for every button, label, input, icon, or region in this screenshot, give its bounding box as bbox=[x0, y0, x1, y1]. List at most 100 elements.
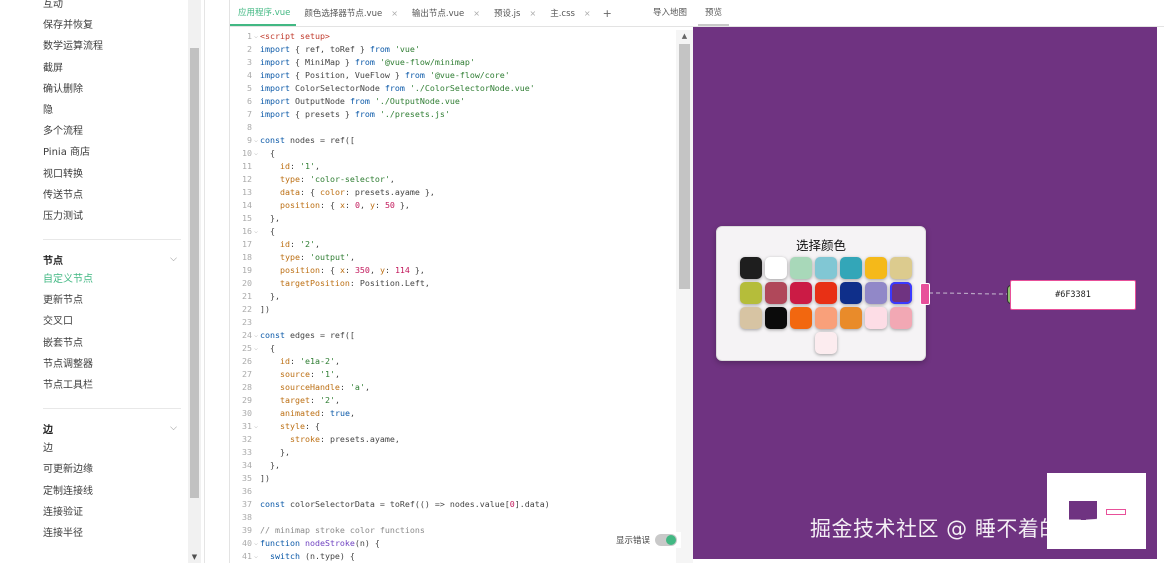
sidebar-item[interactable]: 视口转换 bbox=[0, 164, 185, 185]
source-handle[interactable] bbox=[920, 283, 930, 305]
scroll-down-arrow-icon[interactable]: ▼ bbox=[188, 553, 201, 561]
editor-tab[interactable]: 颜色选择器节点.vue × bbox=[296, 0, 404, 26]
scroll-up-arrow-icon[interactable]: ▲ bbox=[676, 32, 693, 40]
sidebar-group-header[interactable]: 边 ⌵ bbox=[43, 418, 181, 438]
sidebar-scrollbar[interactable]: ▼ bbox=[188, 0, 201, 563]
close-tab-icon[interactable]: × bbox=[584, 9, 591, 18]
sidebar-item[interactable]: 连接半径 bbox=[0, 523, 181, 544]
sidebar-item[interactable]: 多个流程 bbox=[0, 121, 185, 142]
editor-scrollbar[interactable]: ▲ bbox=[676, 30, 693, 563]
color-swatch-button[interactable] bbox=[765, 307, 787, 329]
color-swatch-button[interactable] bbox=[840, 257, 862, 279]
fold-gutter bbox=[252, 212, 260, 225]
color-swatch-button[interactable] bbox=[890, 307, 912, 329]
sidebar-item[interactable]: 可更新边缘 bbox=[0, 459, 181, 480]
code-token: { Position, VueFlow } bbox=[289, 70, 405, 80]
color-swatch-button[interactable] bbox=[740, 307, 762, 329]
sidebar-scroll-thumb[interactable] bbox=[190, 48, 199, 498]
flow-canvas[interactable]: 选择颜色 #6F3381 bbox=[693, 27, 1157, 559]
color-swatch-button[interactable] bbox=[815, 307, 837, 329]
color-swatch-button[interactable] bbox=[865, 282, 887, 304]
code-line: 1 ⌵ <script setup> bbox=[230, 30, 676, 43]
fold-chevron-icon[interactable]: ⌵ bbox=[252, 537, 260, 550]
chevron-down-icon[interactable]: ⌵ bbox=[170, 423, 177, 433]
color-swatch-button[interactable] bbox=[865, 257, 887, 279]
color-swatch-button[interactable] bbox=[790, 307, 812, 329]
editor-tab-label: 输出节点.vue bbox=[411, 9, 465, 19]
sidebar-item[interactable]: 节点工具栏 bbox=[0, 375, 181, 396]
color-swatch-button[interactable] bbox=[815, 257, 837, 279]
color-selector-node[interactable]: 选择颜色 bbox=[716, 226, 926, 361]
code-token: }, bbox=[394, 200, 410, 210]
sidebar-item[interactable]: 交叉口 bbox=[0, 311, 181, 332]
sidebar-item[interactable]: 边 bbox=[0, 438, 181, 459]
color-swatch-button[interactable] bbox=[840, 282, 862, 304]
fold-chevron-icon[interactable]: ⌵ bbox=[252, 134, 260, 147]
color-swatch-button[interactable] bbox=[765, 282, 787, 304]
code-token: : { bbox=[304, 421, 320, 431]
editor-tab[interactable]: 应用程序.vue bbox=[230, 0, 297, 26]
close-tab-icon[interactable]: × bbox=[391, 9, 398, 18]
color-swatch-button[interactable] bbox=[765, 257, 787, 279]
add-file-button[interactable]: + bbox=[597, 0, 618, 26]
sidebar-item[interactable]: 传送节点 bbox=[0, 185, 185, 206]
sidebar-nav: 互动 保存并恢复 数学运算流程 截屏 确认删除隐多个流程 Pinia 商店 视口转换 传送节点… bbox=[0, 0, 185, 544]
sidebar-item[interactable]: Pinia 商店 bbox=[0, 142, 185, 163]
color-swatch-button[interactable] bbox=[890, 257, 912, 279]
fold-chevron-icon[interactable]: ⌵ bbox=[252, 30, 260, 43]
sidebar-group-header[interactable]: 节点 ⌵ bbox=[43, 249, 181, 269]
show-errors-toggle[interactable]: 显示错误 bbox=[612, 532, 682, 548]
line-number: 26 bbox=[242, 356, 252, 366]
editor-tab[interactable]: 输出节点.vue × bbox=[404, 0, 486, 26]
fold-chevron-icon[interactable]: ⌵ bbox=[252, 225, 260, 238]
sidebar-item[interactable]: 自定义节点 bbox=[0, 269, 181, 290]
sidebar-item[interactable]: 保存并恢复 bbox=[0, 15, 185, 36]
sidebar-item[interactable]: 互动 bbox=[0, 0, 185, 15]
fold-chevron-icon[interactable]: ⌵ bbox=[252, 147, 260, 160]
color-swatch-button[interactable] bbox=[790, 257, 812, 279]
sidebar-item[interactable]: 隐 bbox=[0, 100, 185, 121]
color-swatch-button[interactable] bbox=[790, 282, 812, 304]
editor-scroll-thumb[interactable] bbox=[679, 44, 690, 289]
animated-edge[interactable] bbox=[928, 292, 1009, 295]
close-tab-icon[interactable]: × bbox=[529, 9, 536, 18]
color-swatch-button[interactable] bbox=[815, 332, 837, 354]
editor-tab[interactable]: 预设.js × bbox=[486, 0, 542, 26]
fold-chevron-icon[interactable]: ⌵ bbox=[252, 329, 260, 342]
code-text: animated: true, bbox=[260, 407, 355, 420]
code-token: '2' bbox=[299, 239, 315, 249]
sidebar-item[interactable]: 更新节点 bbox=[0, 290, 181, 311]
color-swatch-button[interactable] bbox=[740, 282, 762, 304]
sidebar-item[interactable]: 数学运算流程 bbox=[0, 36, 185, 57]
show-errors-switch[interactable] bbox=[655, 534, 678, 546]
code-area[interactable]: 1 ⌵ <script setup> 2 import { ref, toRef } f… bbox=[230, 30, 676, 563]
sidebar-item[interactable]: 确认删除 bbox=[0, 79, 185, 100]
fold-chevron-icon[interactable]: ⌵ bbox=[252, 550, 260, 563]
sidebar-item[interactable]: 嵌套节点 bbox=[0, 333, 181, 354]
editor-tab[interactable]: 主.css × bbox=[542, 0, 596, 26]
sidebar-item[interactable]: 连接验证 bbox=[0, 502, 181, 523]
sidebar-item[interactable]: 截屏 bbox=[0, 58, 185, 79]
color-swatch-button[interactable] bbox=[865, 307, 887, 329]
color-swatch-button[interactable] bbox=[890, 282, 912, 304]
code-token: : bbox=[309, 395, 320, 405]
code-token: switch bbox=[260, 551, 300, 561]
line-number: 23 bbox=[242, 317, 252, 327]
sidebar-item[interactable]: 节点调整器 bbox=[0, 354, 181, 375]
fold-chevron-icon[interactable]: ⌵ bbox=[252, 342, 260, 355]
fold-gutter bbox=[252, 472, 260, 485]
fold-chevron-icon[interactable]: ⌵ bbox=[252, 420, 260, 433]
chevron-down-icon[interactable]: ⌵ bbox=[170, 254, 177, 264]
color-swatch-button[interactable] bbox=[840, 307, 862, 329]
fold-gutter bbox=[252, 251, 260, 264]
preview-tab[interactable]: 预览 bbox=[698, 0, 730, 26]
code-token: nodeStroke bbox=[304, 538, 355, 548]
output-node[interactable]: #6F3381 bbox=[1010, 280, 1136, 310]
sidebar-item[interactable]: 定制连接线 bbox=[0, 481, 181, 502]
close-tab-icon[interactable]: × bbox=[473, 9, 480, 18]
import-map-tab[interactable]: 导入地图 bbox=[653, 0, 687, 26]
sidebar-item[interactable]: 压力测试 bbox=[0, 206, 185, 227]
color-swatch-button[interactable] bbox=[815, 282, 837, 304]
line-number: 5 bbox=[247, 83, 252, 93]
color-swatch-button[interactable] bbox=[740, 257, 762, 279]
